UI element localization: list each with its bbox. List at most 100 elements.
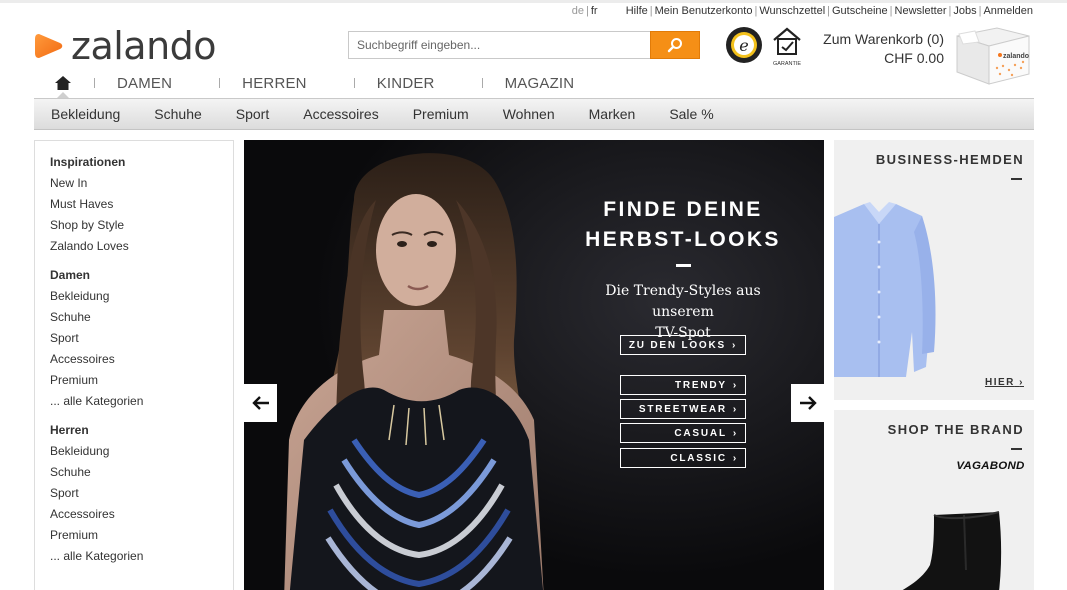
button-label: ZU DEN LOOKS	[628, 339, 727, 351]
top-border	[0, 0, 1067, 3]
garantie-badge[interactable]: GARANTIE	[771, 25, 803, 67]
business-shirts-promo[interactable]: BUSINESS-HEMDEN HIER ›	[834, 140, 1034, 400]
help-link[interactable]: Hilfe	[626, 5, 648, 17]
nav-magazin[interactable]: MAGAZIN	[505, 75, 575, 92]
account-link[interactable]: Mein Benutzerkonto	[655, 5, 753, 17]
sidebar-heading: Herren	[50, 423, 89, 437]
hero-title: FINDE DEINE HERBST-LOOKS	[574, 195, 792, 255]
wishlist-link[interactable]: Wunschzettel	[759, 5, 825, 17]
arrow-right-icon	[799, 396, 817, 410]
chevron-right-icon: ›	[732, 339, 738, 351]
nav-herren[interactable]: HERREN	[242, 75, 307, 92]
sidebar-link[interactable]: Schuhe	[50, 465, 233, 486]
sidebar-link[interactable]: Shop by Style	[50, 218, 233, 239]
nav-divider	[94, 78, 95, 88]
promo-divider	[1011, 448, 1022, 450]
category-sport[interactable]: Sport	[236, 106, 269, 122]
svg-text:e: e	[739, 36, 748, 55]
garantie-label: GARANTIE	[772, 61, 802, 67]
category-schuhe[interactable]: Schuhe	[154, 106, 201, 122]
category-wohnen[interactable]: Wohnen	[503, 106, 555, 122]
sidebar-link[interactable]: Accessoires	[50, 352, 233, 373]
trusted-shops-badge-icon[interactable]: e	[725, 26, 763, 64]
category-sale[interactable]: Sale %	[669, 106, 713, 122]
newsletter-link[interactable]: Newsletter	[895, 5, 947, 17]
button-label: CASUAL	[674, 427, 727, 439]
sidebar-link[interactable]: Sport	[50, 331, 233, 352]
category-bar: Bekleidung Schuhe Sport Accessoires Prem…	[34, 98, 1034, 130]
category-marken[interactable]: Marken	[589, 106, 636, 122]
sidebar-link[interactable]: Must Haves	[50, 197, 233, 218]
category-accessoires[interactable]: Accessoires	[303, 106, 378, 122]
sidebar-link[interactable]: Accessoires	[50, 507, 233, 528]
search-input[interactable]	[348, 31, 650, 59]
search-icon	[667, 38, 682, 53]
sidebar-heading: Inspirationen	[50, 155, 126, 169]
hero-divider	[676, 264, 691, 267]
zu-den-looks-button[interactable]: ZU DEN LOOKS ›	[620, 335, 746, 355]
nav-divider	[219, 78, 221, 88]
nav-damen[interactable]: DAMEN	[117, 75, 172, 92]
nav-divider	[353, 78, 355, 88]
sidebar-heading: Damen	[50, 268, 91, 282]
chevron-right-icon: ›	[732, 452, 738, 464]
boot-image	[902, 511, 1002, 590]
sidebar-link[interactable]: Premium	[50, 528, 233, 549]
sidebar-link[interactable]: Bekleidung	[50, 444, 233, 465]
sidebar-link[interactable]: New In	[50, 176, 233, 197]
vouchers-link[interactable]: Gutscheine	[832, 5, 888, 17]
trendy-button[interactable]: TRENDY ›	[620, 375, 746, 395]
sidebar-link[interactable]: Schuhe	[50, 310, 233, 331]
promo-divider	[1011, 178, 1022, 180]
svg-text:zalando: zalando	[1003, 53, 1029, 60]
cart-summary[interactable]: Zum Warenkorb (0) CHF 0.00	[823, 30, 944, 68]
promo-title: SHOP THE BRAND	[887, 422, 1024, 437]
sidebar-link[interactable]: ... alle Kategorien	[50, 394, 233, 415]
home-icon[interactable]	[54, 75, 72, 91]
sidebar-group-damen: Damen Bekleidung Schuhe Sport Accessoire…	[50, 268, 233, 415]
shop-the-brand-promo[interactable]: SHOP THE BRAND VAGABOND	[834, 410, 1034, 590]
search-bar	[348, 31, 700, 59]
cart-total: CHF 0.00	[884, 50, 944, 66]
button-label: CLASSIC	[670, 452, 727, 464]
search-button[interactable]	[650, 31, 700, 59]
classic-button[interactable]: CLASSIC ›	[620, 448, 746, 468]
carousel-next-button[interactable]	[791, 384, 824, 422]
hero-title-line: HERBST-LOOKS	[585, 228, 781, 251]
zalando-logo[interactable]: zalando	[34, 24, 217, 68]
logo-wordmark: zalando	[71, 24, 217, 68]
carousel-prev-button[interactable]	[244, 384, 277, 422]
jobs-link[interactable]: Jobs	[953, 5, 976, 17]
promo-title: BUSINESS-HEMDEN	[875, 152, 1024, 167]
category-premium[interactable]: Premium	[413, 106, 469, 122]
chevron-right-icon: ›	[732, 379, 738, 391]
button-label: TRENDY	[674, 379, 727, 391]
casual-button[interactable]: CASUAL ›	[620, 423, 746, 443]
shirt-image	[834, 202, 936, 377]
sidebar-link[interactable]: Bekleidung	[50, 289, 233, 310]
streetwear-button[interactable]: STREETWEAR ›	[620, 399, 746, 419]
nav-kinder[interactable]: KINDER	[377, 75, 435, 92]
brand-logo: VAGABOND	[956, 460, 1025, 472]
hero-subtitle-line: Die Trendy-Styles aus unserem	[605, 283, 761, 320]
page: de | fr Hilfe | Mein Benutzerkonto | Wunschzet…	[0, 0, 1067, 590]
login-link[interactable]: Anmelden	[983, 5, 1033, 17]
button-label: STREETWEAR	[638, 403, 727, 415]
utility-links: de | fr Hilfe | Mein Benutzerkonto | Wunschzet…	[571, 5, 1033, 17]
promo-link-hier[interactable]: HIER ›	[985, 377, 1024, 388]
language-fr-link[interactable]: fr	[591, 5, 598, 17]
gender-navigation: DAMEN HERREN KINDER MAGAZIN	[54, 73, 574, 93]
language-de-link[interactable]: de	[572, 5, 584, 17]
sidebar-link[interactable]: ... alle Kategorien	[50, 549, 233, 570]
sidebar-group-inspirationen: Inspirationen New In Must Haves Shop by …	[50, 155, 233, 260]
sidebar: Inspirationen New In Must Haves Shop by …	[34, 140, 234, 590]
sidebar-link[interactable]: Sport	[50, 486, 233, 507]
cart-box-icon[interactable]: zalando	[953, 22, 1033, 90]
sidebar-link[interactable]: Zalando Loves	[50, 239, 233, 260]
hero-banner[interactable]: FINDE DEINE HERBST-LOOKS Die Trendy-Styl…	[244, 140, 824, 590]
house-guarantee-icon	[773, 27, 801, 55]
category-bekleidung[interactable]: Bekleidung	[51, 106, 120, 122]
cart-label: Zum Warenkorb (0)	[823, 31, 944, 47]
sidebar-link[interactable]: Premium	[50, 373, 233, 394]
logo-play-icon	[35, 34, 63, 58]
